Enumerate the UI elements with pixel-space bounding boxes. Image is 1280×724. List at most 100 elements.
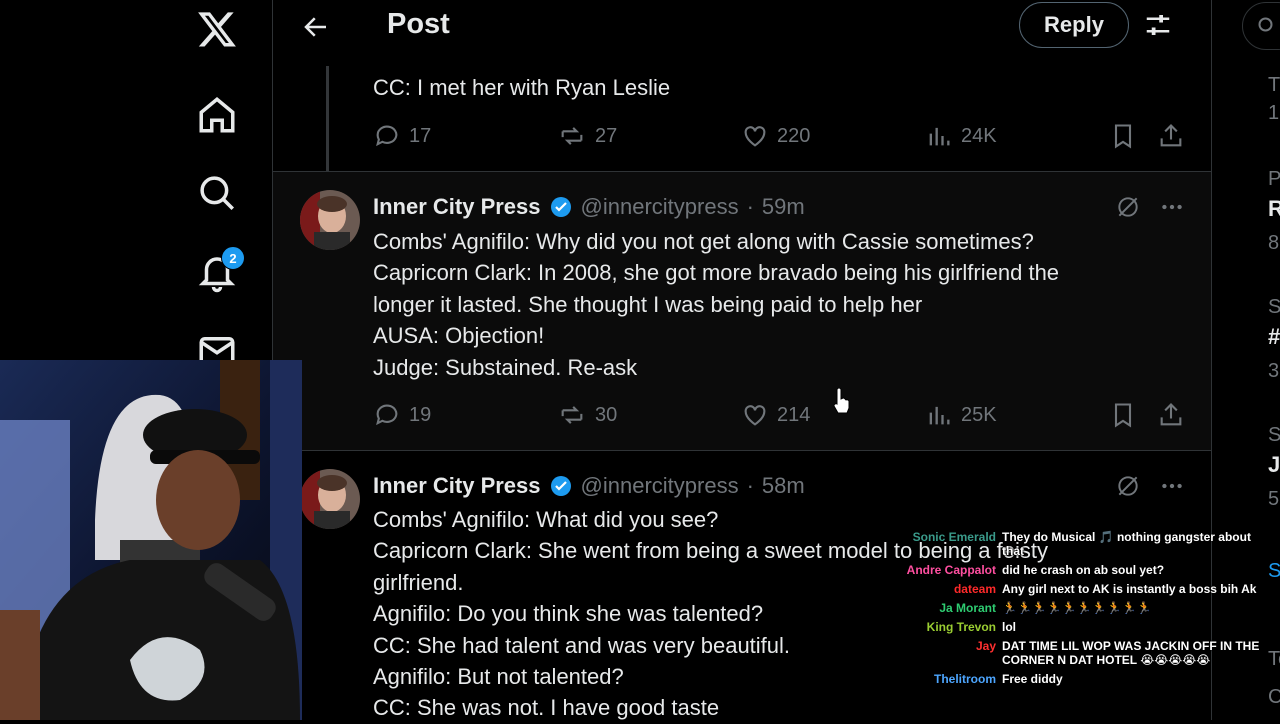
search-icon — [1258, 17, 1273, 32]
x-logo-icon[interactable] — [196, 8, 238, 50]
sidebar-fragment: 1: — [1268, 102, 1280, 124]
like-count: 220 — [777, 124, 811, 147]
more-icon[interactable] — [1159, 194, 1185, 220]
sidebar-fragment[interactable]: R — [1268, 196, 1280, 222]
chat-username: King Trevon — [926, 620, 996, 634]
chat-username: Thelitroom — [934, 672, 996, 686]
tweet-meta: Inner City Press @innercitypress · 59m — [373, 194, 805, 220]
tweet-text-line: longer it lasted. She thought I was bein… — [373, 291, 923, 317]
sidebar-fragment: S — [1268, 296, 1280, 318]
share-action[interactable] — [1157, 122, 1185, 150]
chat-message: Thelitroom Free diddy — [900, 672, 1270, 686]
chat-message: King Trevon lol — [900, 620, 1270, 634]
sidebar-fragment[interactable]: # — [1268, 324, 1280, 350]
sidebar-search-input[interactable] — [1242, 2, 1280, 50]
chat-text: DAT TIME LIL WOP WAS JACKIN OFF IN THE C… — [1002, 639, 1260, 667]
views-action[interactable]: 25K — [925, 401, 997, 429]
sidebar-fragment: 5 — [1268, 488, 1280, 510]
share-icon — [1160, 124, 1182, 147]
separator: · — [746, 194, 754, 219]
bookmark-icon — [1114, 403, 1132, 428]
chat-username: Andre Cappalot — [906, 563, 996, 577]
view-count: 25K — [961, 403, 997, 426]
heart-icon — [744, 405, 766, 426]
sidebar-fragment: 8 — [1268, 232, 1280, 254]
tweet-2[interactable]: Inner City Press @innercitypress · 59m C… — [273, 171, 1211, 450]
notification-badge: 2 — [221, 246, 245, 270]
repost-count: 27 — [595, 124, 618, 147]
views-icon — [929, 406, 950, 425]
separator: · — [746, 473, 754, 498]
reply-action[interactable]: 19 — [373, 401, 431, 429]
reply-button[interactable]: Reply — [1019, 2, 1129, 48]
views-action[interactable]: 24K — [925, 122, 997, 150]
like-action[interactable]: 220 — [741, 122, 810, 150]
reply-icon — [376, 404, 398, 426]
repost-icon — [561, 127, 583, 145]
timestamp[interactable]: 59m — [762, 194, 805, 220]
sidebar-fragment: 3 — [1268, 360, 1280, 382]
views-icon — [929, 127, 950, 146]
stream-chat: Sonic Emerald They do Musical 🎵 nothing … — [900, 530, 1270, 691]
avatar[interactable] — [300, 469, 360, 529]
timestamp[interactable]: 58m — [762, 473, 805, 499]
author-name[interactable]: Inner City Press — [373, 194, 541, 220]
tweet-actions: 19 30 214 25K — [373, 401, 1193, 433]
chat-username: Sonic Emerald — [912, 530, 996, 544]
filter-icon[interactable] — [1143, 10, 1173, 40]
page-title: Post — [387, 8, 450, 40]
chat-text: They do Musical 🎵 nothing gangster about… — [1002, 530, 1251, 558]
author-name[interactable]: Inner City Press — [373, 473, 541, 499]
reply-count: 17 — [409, 124, 432, 147]
chat-username: dateam — [953, 582, 996, 596]
post-header: Post Reply — [273, 0, 1211, 54]
reply-action[interactable]: 17 — [373, 122, 431, 150]
sidebar-fragment: S — [1268, 424, 1280, 446]
author-handle[interactable]: @innercitypress — [581, 194, 739, 220]
tweet-meta: Inner City Press @innercitypress · 58m — [373, 473, 805, 499]
sidebar-fragment[interactable]: Ji — [1268, 452, 1280, 478]
grok-icon[interactable] — [1115, 194, 1141, 220]
author-handle[interactable]: @innercitypress — [581, 473, 739, 499]
tweet-text-line: CC: She was not. I have good taste — [373, 695, 720, 721]
repost-count: 30 — [595, 403, 618, 426]
chat-username: Ja Morant — [939, 601, 996, 615]
back-arrow-icon[interactable] — [301, 12, 331, 42]
repost-action[interactable]: 30 — [557, 401, 617, 429]
tweet-text-line: AUSA: Objection! — [373, 323, 545, 349]
chat-username: Jay — [975, 639, 996, 653]
reply-icon — [376, 125, 398, 147]
search-icon[interactable] — [196, 172, 238, 214]
tweet-text-line: Judge: Substained. Re-ask — [373, 354, 638, 380]
bookmark-icon — [1114, 124, 1132, 149]
tweet-actions: 17 27 220 24K — [373, 122, 1193, 154]
like-count: 214 — [777, 403, 811, 426]
grok-icon[interactable] — [1115, 473, 1141, 499]
chat-message: dateam Any girl next to AK is instantly … — [900, 582, 1270, 596]
bookmark-action[interactable] — [1109, 122, 1137, 150]
chat-message: Sonic Emerald They do Musical 🎵 nothing … — [900, 530, 1270, 558]
tweet-body: Combs' Agnifilo: Why did you not get alo… — [373, 226, 1059, 383]
repost-action[interactable]: 27 — [557, 122, 617, 150]
share-icon — [1160, 403, 1182, 426]
chat-text: did he crash on ab soul yet? — [1002, 563, 1165, 577]
repost-icon — [561, 406, 583, 424]
webcam-overlay — [0, 360, 302, 720]
chat-message: Ja Morant 🏃🏃🏃🏃🏃🏃🏃🏃🏃🏃 — [900, 601, 1270, 615]
like-action[interactable]: 214 — [741, 401, 810, 429]
tweet-1[interactable]: CC: I met her with Ryan Leslie 17 27 220… — [273, 54, 1211, 170]
tweet-text-line: Combs' Agnifilo: Why did you not get alo… — [373, 229, 1034, 254]
heart-icon — [744, 126, 766, 147]
avatar[interactable] — [300, 190, 360, 250]
home-icon[interactable] — [196, 94, 238, 136]
chat-message: Jay DAT TIME LIL WOP WAS JACKIN OFF IN T… — [900, 639, 1270, 667]
chat-text: Any girl next to AK is instantly a boss … — [1002, 582, 1257, 596]
chat-text: 🏃🏃🏃🏃🏃🏃🏃🏃🏃🏃 — [1002, 601, 1152, 615]
view-count: 24K — [961, 124, 997, 147]
tweet-text-line: Capricorn Clark: In 2008, she got more b… — [373, 260, 1060, 286]
bookmark-action[interactable] — [1109, 401, 1137, 429]
chat-text: Free diddy — [1002, 672, 1063, 686]
chat-text: lol — [1002, 620, 1016, 634]
more-icon[interactable] — [1159, 473, 1185, 499]
share-action[interactable] — [1157, 401, 1185, 429]
